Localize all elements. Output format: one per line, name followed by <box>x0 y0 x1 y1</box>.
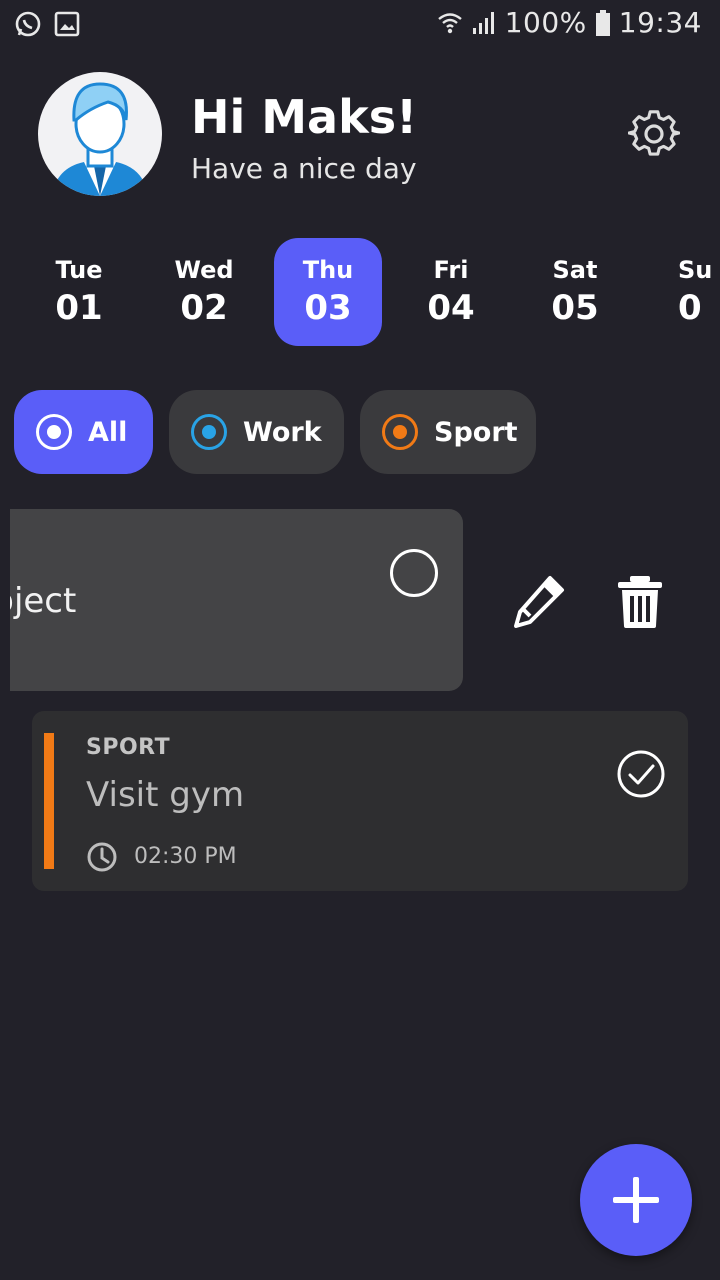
clock-icon <box>87 842 117 872</box>
filter-work[interactable]: Work <box>169 390 344 474</box>
gallery-icon <box>54 11 80 37</box>
day-name: Su <box>678 256 713 284</box>
filter-all[interactable]: All <box>14 390 153 474</box>
day-number: 01 <box>55 288 103 328</box>
filter-label: Sport <box>434 416 518 448</box>
category-color-bar <box>44 733 54 869</box>
whatsapp-icon <box>15 11 41 37</box>
trash-icon <box>618 576 662 628</box>
day-number: 04 <box>427 288 475 328</box>
day-tue[interactable]: Tue 01 <box>25 238 133 346</box>
task-time: 02:30 PM <box>134 844 237 869</box>
add-task-button[interactable] <box>580 1144 692 1256</box>
day-number: 02 <box>180 288 228 328</box>
check-circle-icon[interactable] <box>616 749 666 799</box>
day-sat[interactable]: Sat 05 <box>521 238 629 346</box>
task-complete-toggle[interactable] <box>390 549 438 597</box>
wifi-icon <box>437 12 462 33</box>
day-number: 05 <box>551 288 599 328</box>
day-number: 0 <box>678 288 702 328</box>
delete-button[interactable] <box>614 574 666 630</box>
edit-button[interactable] <box>510 574 566 630</box>
battery-percent: 100% <box>504 6 587 39</box>
day-name: Wed <box>174 256 234 284</box>
status-bar: 100% 19:34 <box>0 0 720 50</box>
radio-icon <box>191 414 227 450</box>
day-name: Fri <box>433 256 469 284</box>
radio-icon <box>36 414 72 450</box>
task-title: Project <box>10 581 77 621</box>
task-card[interactable]: SPORT Visit gym 02:30 PM <box>32 711 688 891</box>
day-sun[interactable]: Su 0 <box>645 238 720 346</box>
filter-label: Work <box>243 416 322 448</box>
settings-button[interactable] <box>627 108 681 160</box>
day-name: Sat <box>552 256 598 284</box>
task-card-swiped[interactable]: Project <box>10 509 463 691</box>
user-avatar-icon <box>52 82 148 196</box>
day-number: 03 <box>304 288 352 328</box>
day-thu[interactable]: Thu 03 <box>274 238 382 346</box>
day-fri[interactable]: Fri 04 <box>397 238 505 346</box>
filter-sport[interactable]: Sport <box>360 390 536 474</box>
signal-icon <box>472 11 494 34</box>
gear-icon <box>627 110 681 156</box>
avatar[interactable] <box>38 72 162 196</box>
greeting-title: Hi Maks! <box>191 90 418 144</box>
task-category: SPORT <box>86 735 171 760</box>
clock: 19:34 <box>618 6 702 39</box>
battery-icon <box>595 9 610 36</box>
edit-icon <box>514 576 564 628</box>
day-wed[interactable]: Wed 02 <box>150 238 258 346</box>
task-title: Visit gym <box>86 775 245 815</box>
filter-label: All <box>88 416 128 448</box>
greeting-subtitle: Have a nice day <box>191 152 417 185</box>
radio-icon <box>382 414 418 450</box>
plus-icon <box>613 1177 659 1223</box>
day-name: Tue <box>55 256 103 284</box>
day-name: Thu <box>302 256 354 284</box>
